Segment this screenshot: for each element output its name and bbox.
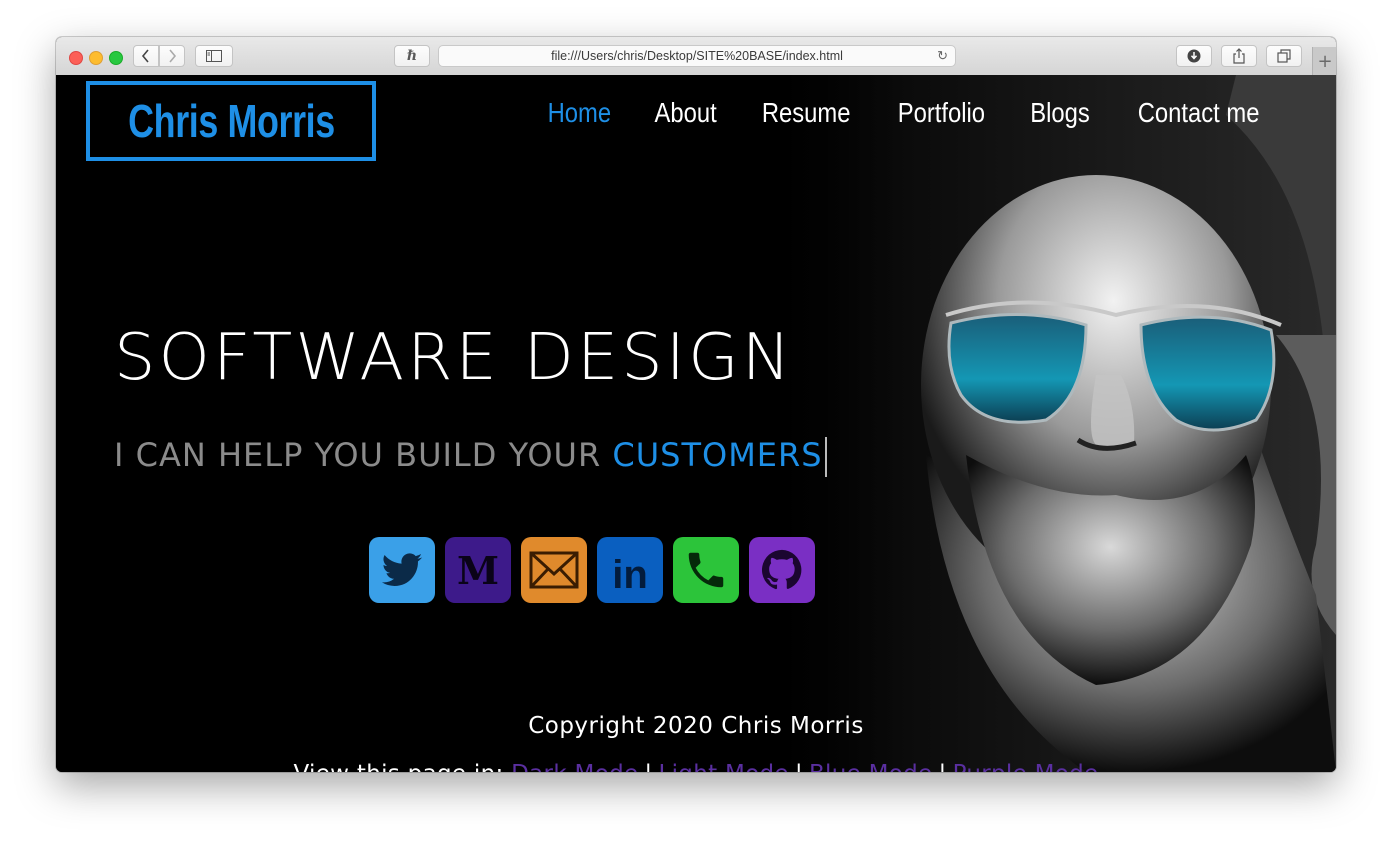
share-button[interactable] <box>1221 45 1257 67</box>
minimize-window-button[interactable] <box>89 51 103 65</box>
profile-photo <box>756 75 1336 772</box>
extension-button[interactable]: ℏ <box>394 45 430 67</box>
separator: | <box>795 761 803 772</box>
separator: | <box>644 761 652 772</box>
linkedin-icon: in <box>612 553 648 596</box>
copyright-text: Copyright 2020 Chris Morris <box>528 713 864 739</box>
light-mode-link[interactable]: Light Mode <box>658 761 788 772</box>
hero-headline: SOFTWARE DESIGN <box>114 321 794 395</box>
svg-text:M: M <box>457 548 499 593</box>
new-tab-button[interactable]: + <box>1312 47 1336 75</box>
chevron-left-icon <box>141 49 149 63</box>
downloads-button[interactable] <box>1176 45 1212 67</box>
github-icon <box>761 549 802 590</box>
nav-portfolio[interactable]: Portfolio <box>898 97 985 129</box>
separator: | <box>939 761 947 772</box>
reload-icon[interactable]: ↻ <box>937 48 948 64</box>
main-nav: Home About Resume Portfolio Blogs Contac… <box>542 97 1270 129</box>
sidebar-icon <box>206 50 222 62</box>
nav-contact[interactable]: Contact me <box>1138 97 1260 129</box>
nav-about[interactable]: About <box>654 97 716 129</box>
site-logo[interactable]: Chris Morris <box>86 81 376 161</box>
logo-text: Chris Morris <box>127 95 335 147</box>
nav-blogs[interactable]: Blogs <box>1030 97 1090 129</box>
zoom-window-button[interactable] <box>109 51 123 65</box>
tabs-icon <box>1277 49 1291 63</box>
blue-mode-link[interactable]: Blue Mode <box>809 761 933 772</box>
medium-link[interactable]: M <box>445 537 511 603</box>
email-link[interactable] <box>521 537 587 603</box>
subline-prefix: I CAN HELP YOU BUILD YOUR <box>114 436 613 474</box>
github-link[interactable] <box>749 537 815 603</box>
email-icon <box>529 551 579 589</box>
theme-mode-links: View this page in: Dark Mode | Light Mode |… <box>56 761 1336 772</box>
typing-cursor <box>824 437 827 477</box>
nav-home[interactable]: Home <box>548 97 611 129</box>
twitter-icon <box>381 553 423 586</box>
twitter-link[interactable] <box>369 537 435 603</box>
browser-window: ℏ file:///Users/chris/Desktop/SITE%20BAS… <box>56 37 1336 772</box>
download-icon <box>1187 49 1201 63</box>
linkedin-link[interactable]: in <box>597 537 663 603</box>
purple-mode-link[interactable]: Purple Mode <box>953 761 1099 772</box>
extension-icon: ℏ <box>406 48 418 64</box>
address-bar[interactable]: file:///Users/chris/Desktop/SITE%20BASE/… <box>438 45 956 67</box>
hero-subline: I CAN HELP YOU BUILD YOUR CUSTOMERS <box>114 437 827 477</box>
phone-icon <box>688 552 724 588</box>
social-links: M in <box>369 537 815 603</box>
close-window-button[interactable] <box>69 51 83 65</box>
sidebar-toggle-button[interactable] <box>195 45 233 67</box>
browser-toolbar: ℏ file:///Users/chris/Desktop/SITE%20BAS… <box>56 37 1336 76</box>
web-page: Chris Morris Home About Resume Portfolio… <box>56 75 1336 772</box>
svg-text:in: in <box>612 553 648 596</box>
subline-accent: CUSTOMERS <box>612 436 823 474</box>
dark-mode-link[interactable]: Dark Mode <box>511 761 638 772</box>
medium-icon: M <box>457 548 499 593</box>
modes-prefix: View this page in: <box>294 761 512 772</box>
url-text: file:///Users/chris/Desktop/SITE%20BASE/… <box>551 49 843 63</box>
phone-link[interactable] <box>673 537 739 603</box>
plus-icon: + <box>1317 50 1333 72</box>
chevron-right-icon <box>169 49 177 63</box>
back-button[interactable] <box>133 45 159 67</box>
forward-button[interactable] <box>159 45 185 67</box>
nav-resume[interactable]: Resume <box>762 97 851 129</box>
tab-overview-button[interactable] <box>1266 45 1302 67</box>
share-icon <box>1233 48 1245 64</box>
